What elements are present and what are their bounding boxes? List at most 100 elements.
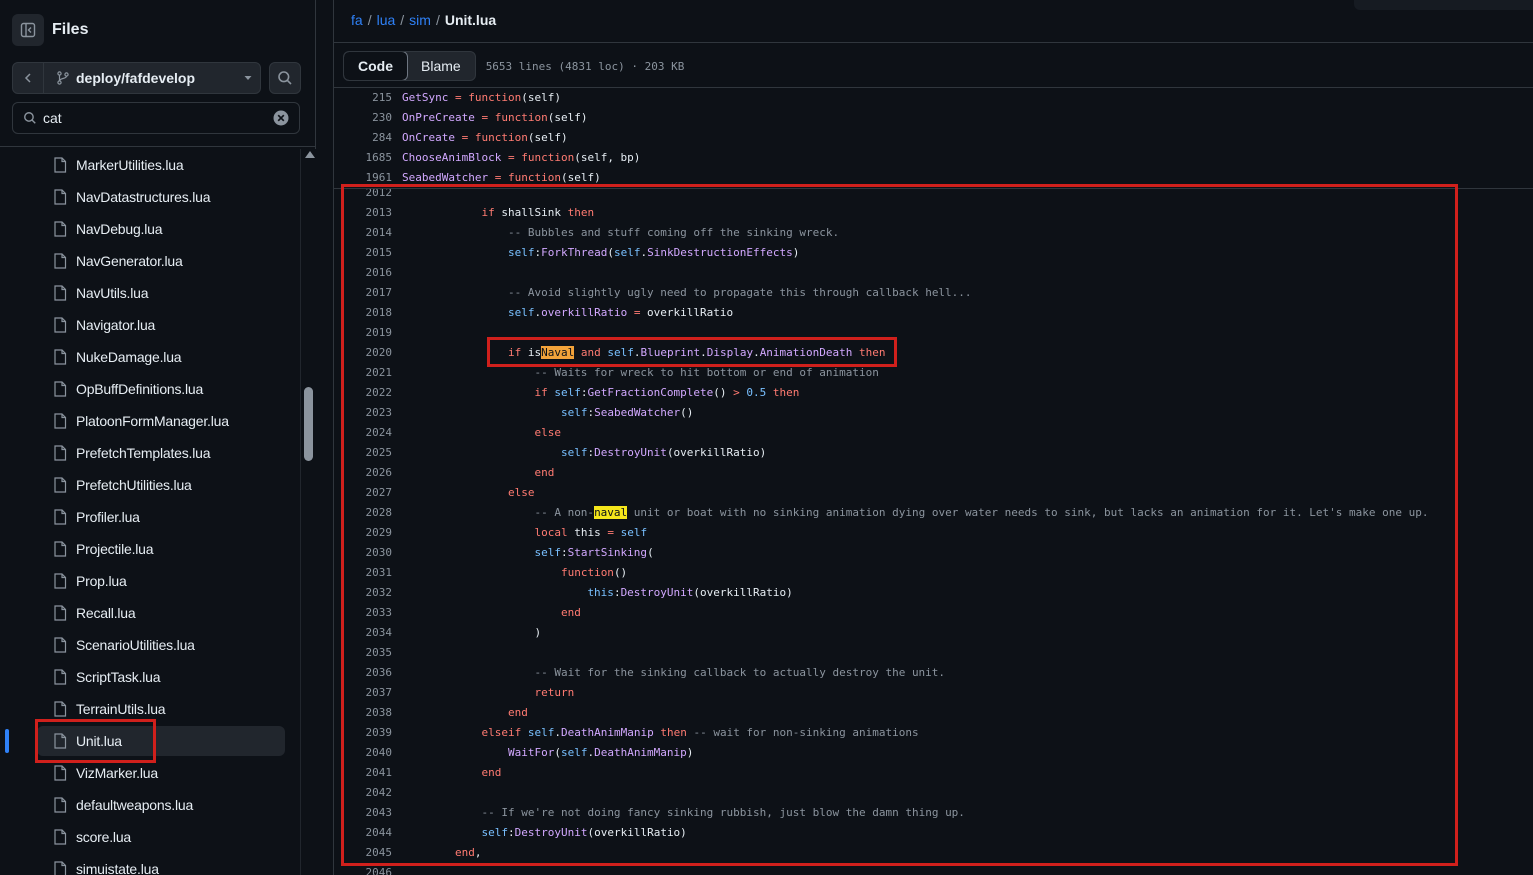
line-number[interactable]: 2045 <box>334 843 393 863</box>
breadcrumb-repo[interactable]: fa <box>351 12 363 28</box>
line-number[interactable]: 2017 <box>334 283 393 303</box>
line-number[interactable]: 2024 <box>334 423 393 443</box>
line-number[interactable]: 1961 <box>334 168 393 188</box>
file-tree-item[interactable]: defaultweapons.lua <box>37 790 285 820</box>
line-number[interactable]: 2021 <box>334 363 393 383</box>
line-number[interactable]: 2013 <box>334 203 393 223</box>
file-icon <box>54 605 67 621</box>
file-tree-item[interactable]: Projectile.lua <box>37 534 285 564</box>
branch-selector[interactable]: deploy/fafdevelop <box>12 62 261 94</box>
code-token: = <box>454 91 462 104</box>
line-number[interactable]: 2036 <box>334 663 393 683</box>
line-number[interactable]: 2042 <box>334 783 393 803</box>
breadcrumb-dir-sim[interactable]: sim <box>409 12 431 28</box>
file-tree-item[interactable]: Unit.lua <box>37 726 285 756</box>
header-divider <box>334 42 1533 43</box>
file-tree-item[interactable]: Prop.lua <box>37 566 285 596</box>
collapse-sidebar-button[interactable] <box>12 14 44 46</box>
line-number[interactable]: 2016 <box>334 263 393 283</box>
file-tree-item[interactable]: VizMarker.lua <box>37 758 285 788</box>
line-number[interactable]: 2033 <box>334 603 393 623</box>
file-filter-input[interactable] <box>43 110 269 126</box>
scroll-thumb[interactable] <box>304 387 313 461</box>
file-tree-item[interactable]: NavDatastructures.lua <box>37 182 285 212</box>
line-number[interactable]: 2023 <box>334 403 393 423</box>
file-tree-item[interactable]: NavGenerator.lua <box>37 246 285 276</box>
file-tree-item[interactable]: score.lua <box>37 822 285 852</box>
line-number[interactable]: 2041 <box>334 763 393 783</box>
line-number[interactable]: 2035 <box>334 643 393 663</box>
line-number[interactable]: 2046 <box>334 863 393 875</box>
code-token: self <box>481 826 508 839</box>
line-number[interactable]: 2039 <box>334 723 393 743</box>
line-number[interactable]: 2026 <box>334 463 393 483</box>
line-number[interactable]: 230 <box>334 108 392 128</box>
branch-dropdown[interactable] <box>236 73 260 83</box>
code-token: SeabedWatcher <box>402 171 489 184</box>
line-number[interactable]: 2025 <box>334 443 393 463</box>
code-token: OnCreate <box>402 131 455 144</box>
line-number[interactable]: 2018 <box>334 303 393 323</box>
scroll-up-arrow[interactable] <box>305 151 315 158</box>
code-text: end <box>402 603 581 623</box>
line-number[interactable]: 2022 <box>334 383 393 403</box>
line-number[interactable]: 215 <box>334 88 392 108</box>
file-name: NukeDamage.lua <box>76 349 182 365</box>
line-number[interactable]: 2034 <box>334 623 393 643</box>
file-tree-item[interactable]: Navigator.lua <box>37 310 285 340</box>
breadcrumb-dir-lua[interactable]: lua <box>377 12 396 28</box>
branch-name-area[interactable]: deploy/fafdevelop <box>44 70 236 86</box>
code-token: this <box>567 526 608 539</box>
tab-code[interactable]: Code <box>343 52 408 80</box>
line-number[interactable]: 2043 <box>334 803 393 823</box>
file-tree-item[interactable]: Recall.lua <box>37 598 285 628</box>
line-number[interactable]: 2029 <box>334 523 393 543</box>
line-number[interactable]: 2030 <box>334 543 393 563</box>
file-tree-item[interactable]: simuistate.lua <box>37 854 285 875</box>
line-number[interactable]: 2015 <box>334 243 393 263</box>
line-number[interactable]: 2019 <box>334 323 393 343</box>
clear-filter-button[interactable] <box>269 110 293 126</box>
code-token: else <box>507 486 535 499</box>
file-tree-item[interactable]: PlatoonFormManager.lua <box>37 406 285 436</box>
line-number[interactable]: 2044 <box>334 823 393 843</box>
file-tree-item[interactable]: NavUtils.lua <box>37 278 285 308</box>
line-number[interactable]: 2040 <box>334 743 393 763</box>
file-tree-item[interactable]: OpBuffDefinitions.lua <box>37 374 285 404</box>
file-name: defaultweapons.lua <box>76 797 194 813</box>
line-number[interactable]: 2032 <box>334 583 393 603</box>
line-number[interactable]: 2028 <box>334 503 393 523</box>
tab-blame[interactable]: Blame <box>407 52 475 80</box>
search-button[interactable] <box>269 62 301 94</box>
file-tree-item[interactable]: PrefetchUtilities.lua <box>37 470 285 500</box>
line-number[interactable]: 2031 <box>334 563 393 583</box>
code-text: ChooseAnimBlock = function(self, bp) <box>402 148 640 168</box>
line-number[interactable]: 2014 <box>334 223 393 243</box>
code-text: OnCreate = function(self) <box>402 128 568 148</box>
file-tree-item[interactable]: MarkerUtilities.lua <box>37 150 285 180</box>
code-token: Display <box>706 346 754 359</box>
sidebar-divider <box>0 146 316 147</box>
line-number[interactable]: 2037 <box>334 683 393 703</box>
file-tree-scrollbar[interactable] <box>300 149 317 875</box>
file-tree-item[interactable]: Profiler.lua <box>37 502 285 532</box>
file-tree-item[interactable]: ScriptTask.lua <box>37 662 285 692</box>
back-button[interactable] <box>13 63 44 93</box>
file-tree-item[interactable]: NukeDamage.lua <box>37 342 285 372</box>
line-number[interactable]: 2038 <box>334 703 393 723</box>
file-tree-item[interactable]: TerrainUtils.lua <box>37 694 285 724</box>
line-number[interactable]: 2012 <box>334 188 393 203</box>
file-tree-item[interactable]: NavDebug.lua <box>37 214 285 244</box>
line-number[interactable]: 2027 <box>334 483 393 503</box>
code-token: ChooseAnimBlock <box>402 151 502 164</box>
line-number[interactable]: 284 <box>334 128 392 148</box>
line-number[interactable]: 1685 <box>334 148 393 168</box>
file-tree-item[interactable]: PrefetchTemplates.lua <box>37 438 285 468</box>
line-number[interactable]: 2020 <box>334 343 393 363</box>
file-tree-item[interactable]: ScenarioUtilities.lua <box>37 630 285 660</box>
